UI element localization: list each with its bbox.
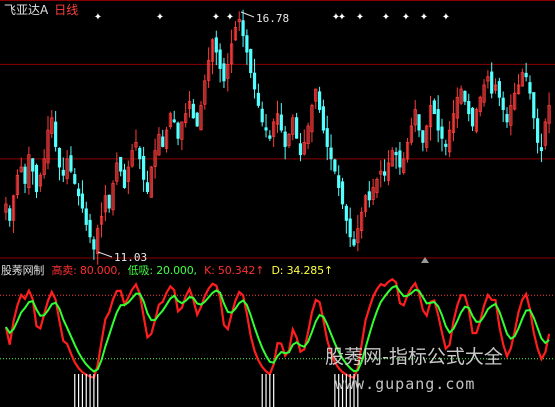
candle-body [145,182,150,193]
candle-body [295,117,299,139]
high-price-label: 16.78 [256,12,290,25]
candle-body [161,136,165,147]
candle-body [444,143,448,147]
candle-body [532,92,536,119]
candle-body [383,171,387,176]
signal-star: ✦ [212,12,220,23]
signal-markers: ✦ ✦ ✦ ✦ ✦✦ ✦ ✦ ✦ ✦ ✦ [94,12,450,263]
candle-body [283,131,287,147]
candle-body [57,147,62,168]
candle-body [92,239,96,250]
candle-body [467,101,471,115]
indicator-name: 股莠网制 [1,264,45,277]
low-leader-line [97,251,113,258]
candle-body [31,158,35,172]
candle-body [325,128,329,147]
candle-body [536,118,540,143]
candle-body [245,35,249,53]
candle-body [317,91,322,110]
candle-body [191,103,195,119]
candle-body [107,194,111,209]
signal-star: ✦ [94,12,102,23]
candle-body [172,119,176,123]
candle-body [463,90,467,102]
candle-body [264,127,268,131]
candle-body [421,130,425,143]
candle-body [8,208,12,221]
candle-body [73,174,77,184]
candlestick-series [4,9,551,265]
candle-body [252,72,257,90]
candle-body [218,49,222,69]
candle-body [138,147,142,160]
candle-body [84,208,88,225]
signal-star: ✦ [226,12,234,23]
candle-body [417,114,421,131]
candle-body [298,143,303,156]
candle-body [249,48,253,74]
candle-body [398,150,402,168]
candle-body [344,205,348,221]
candle-body [348,218,352,238]
candle-body [539,147,544,152]
candle-body [61,169,65,176]
signal-star: ✦ [442,12,450,23]
candle-body [23,166,27,184]
candle-body [195,112,199,127]
candle-body [321,106,326,131]
candle-body [394,152,398,156]
candle-body [352,239,356,246]
candle-body [329,147,333,160]
candle-body [256,92,260,106]
candle-body [279,114,283,131]
candle-body [88,219,92,238]
signal-star: ✦ [382,12,390,23]
candle-body [69,155,73,172]
candle-body [490,71,494,94]
period-label: 日线 [54,3,79,17]
d-value-label: D: 34.285↑ [271,264,334,277]
candle-body [470,107,475,127]
chart-title: 飞亚达A 日线 [4,1,78,18]
candle-body [340,181,345,205]
candle-body [76,188,81,197]
candle-body [34,164,39,193]
watermark-url: www.gupang.com [335,375,476,393]
candle-body [241,20,245,37]
candle-body [337,175,341,188]
candle-body [505,114,509,123]
stock-name: 飞亚达A [4,3,49,17]
k-value-label: K: 50.342↑ [204,264,265,277]
signal-star: ✦ [356,12,364,23]
indicator-legend: 股莠网制 高卖: 80.000, 低吸: 20.000, K: 50.342↑ … [1,262,337,278]
candle-body [222,63,226,82]
candle-body [122,169,127,188]
signal-star: ✦ [420,12,428,23]
candle-body [367,191,371,201]
candle-body [501,97,505,110]
watermark-title: 股莠网-指标公式大全 [325,346,503,368]
candle-body [333,159,337,172]
candle-body [436,109,440,131]
candle-body [80,193,85,209]
candle-body [497,81,501,98]
candle-body [260,108,264,123]
candle-body [524,72,528,78]
candle-body [528,82,532,94]
signal-star: ✦ [338,12,346,23]
candle-body [54,121,58,147]
candle-body [142,155,146,180]
buy-level-label: 低吸: 20.000, [127,264,197,277]
candle-body [176,122,180,139]
signal-star: ✦ [156,12,164,23]
signal-star: ✦ [402,12,410,23]
candle-body [432,100,436,115]
candle-body [440,126,444,139]
sell-level-label: 高卖: 80.000, [51,264,121,277]
candle-body [119,156,123,172]
candle-body [268,135,272,139]
candle-body [214,37,218,53]
